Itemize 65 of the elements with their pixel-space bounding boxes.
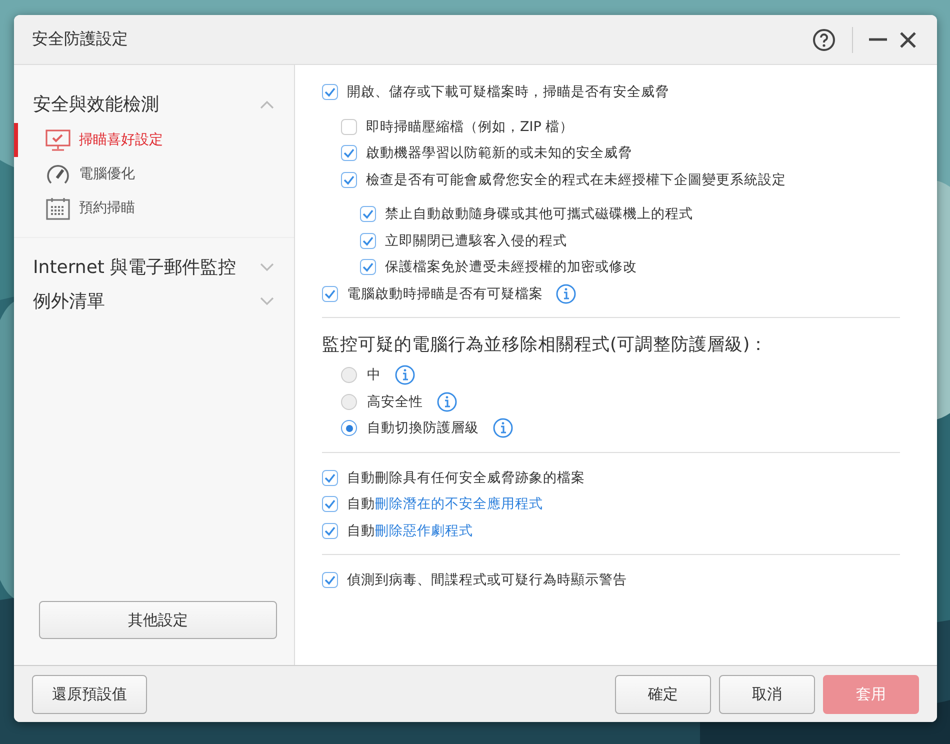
radio-button[interactable]: [341, 394, 357, 410]
checkbox-label: 立即關閉已遭駭客入侵的程式: [385, 232, 567, 250]
checkbox[interactable]: [341, 118, 357, 135]
window-title: 安全防護設定: [32, 29, 129, 50]
checkbox-label: 開啟、儲存或下載可疑檔案時，掃瞄是否有安全威脅: [347, 83, 669, 102]
monitor-icon: [45, 128, 71, 152]
checkbox[interactable]: [360, 206, 376, 222]
checkmark-icon: [324, 472, 336, 483]
sidebar-item[interactable]: 電腦優化: [14, 157, 294, 191]
sidebar-group-header[interactable]: 例外清單: [14, 284, 294, 318]
checkmark-icon: [324, 288, 336, 299]
sidebar-group-header[interactable]: Internet 與電子郵件監控: [14, 250, 294, 284]
minimize-icon: [869, 38, 887, 41]
checkbox[interactable]: [322, 84, 338, 100]
checkbox[interactable]: [322, 522, 338, 539]
group-label: 例外清單: [33, 290, 105, 313]
checkbox[interactable]: [341, 172, 357, 188]
checkbox-label: 自動刪除潛在的不安全應用程式: [347, 495, 543, 514]
sidebar-item[interactable]: 預約掃瞄: [14, 191, 294, 225]
checkmark-icon: [362, 236, 374, 246]
checkbox[interactable]: [341, 145, 357, 162]
radio-button[interactable]: [341, 367, 357, 384]
close-icon: [899, 30, 917, 48]
restore-defaults-button[interactable]: 還原預設值: [32, 674, 147, 714]
checkbox-label: 自動刪除具有任何安全威脅跡象的檔案: [347, 468, 585, 487]
checkbox-label: 禁止自動啟動隨身碟或其他可攜式磁碟機上的程式: [385, 205, 693, 224]
group-label: 安全與效能檢測: [33, 93, 159, 116]
checkbox[interactable]: [322, 470, 338, 486]
checkbox[interactable]: [322, 286, 338, 302]
checkmark-icon: [343, 148, 355, 158]
calendar-icon: [45, 196, 71, 220]
checkbox-label: 電腦啟動時掃瞄是否有可疑檔案: [347, 284, 543, 303]
link[interactable]: 刪除潛在的不安全應用程式: [375, 496, 543, 512]
other-settings-button[interactable]: 其他設定: [39, 601, 277, 639]
section-heading: 監控可疑的電腦行為並移除相關程式(可調整防護層級)：: [322, 334, 769, 356]
checkbox-label: 即時掃瞄壓縮檔（例如，ZIP 檔）: [366, 118, 574, 136]
sidebar-group-header[interactable]: 安全與效能檢測: [14, 87, 294, 121]
group-label: Internet 與電子郵件監控: [33, 256, 236, 279]
checkbox[interactable]: [322, 572, 338, 588]
dialog-button[interactable]: 取消: [719, 674, 815, 714]
checkbox-label: 啟動機器學習以防範新的或未知的安全威脅: [366, 144, 632, 162]
checkmark-icon: [362, 262, 374, 272]
checkbox-label: 檢查是否有可能會威脅您安全的程式在未經授權下企圖變更系統設定: [366, 170, 786, 189]
checkbox[interactable]: [360, 259, 376, 276]
checkmark-icon: [362, 209, 374, 220]
gauge-icon: [45, 162, 71, 186]
checkbox[interactable]: [322, 496, 338, 512]
checkmark-icon: [324, 87, 336, 98]
dialog-button[interactable]: 確定: [615, 674, 711, 714]
checkbox[interactable]: [360, 232, 376, 249]
checkbox-label: 自動刪除惡作劇程式: [347, 522, 473, 540]
minimize-button[interactable]: [867, 36, 889, 43]
checkmark-icon: [324, 575, 336, 586]
checkmark-icon: [324, 499, 336, 510]
radio-button[interactable]: [341, 420, 357, 436]
checkmark-icon: [324, 526, 336, 536]
checkbox-label: 保護檔案免於遭受未經授權的加密或修改: [385, 258, 637, 276]
radio-label: 自動切換防護層級: [367, 419, 479, 438]
help-icon: [812, 28, 836, 52]
link[interactable]: 刪除惡作劇程式: [375, 522, 473, 539]
checkmark-icon: [343, 174, 355, 185]
checkbox-label: 偵測到病毒、間諜程式或可疑行為時顯示警告: [347, 571, 627, 590]
radio-label: 高安全性: [367, 392, 423, 411]
sidebar-item[interactable]: 掃瞄喜好設定: [14, 123, 294, 157]
radio-label: 中: [367, 366, 381, 384]
